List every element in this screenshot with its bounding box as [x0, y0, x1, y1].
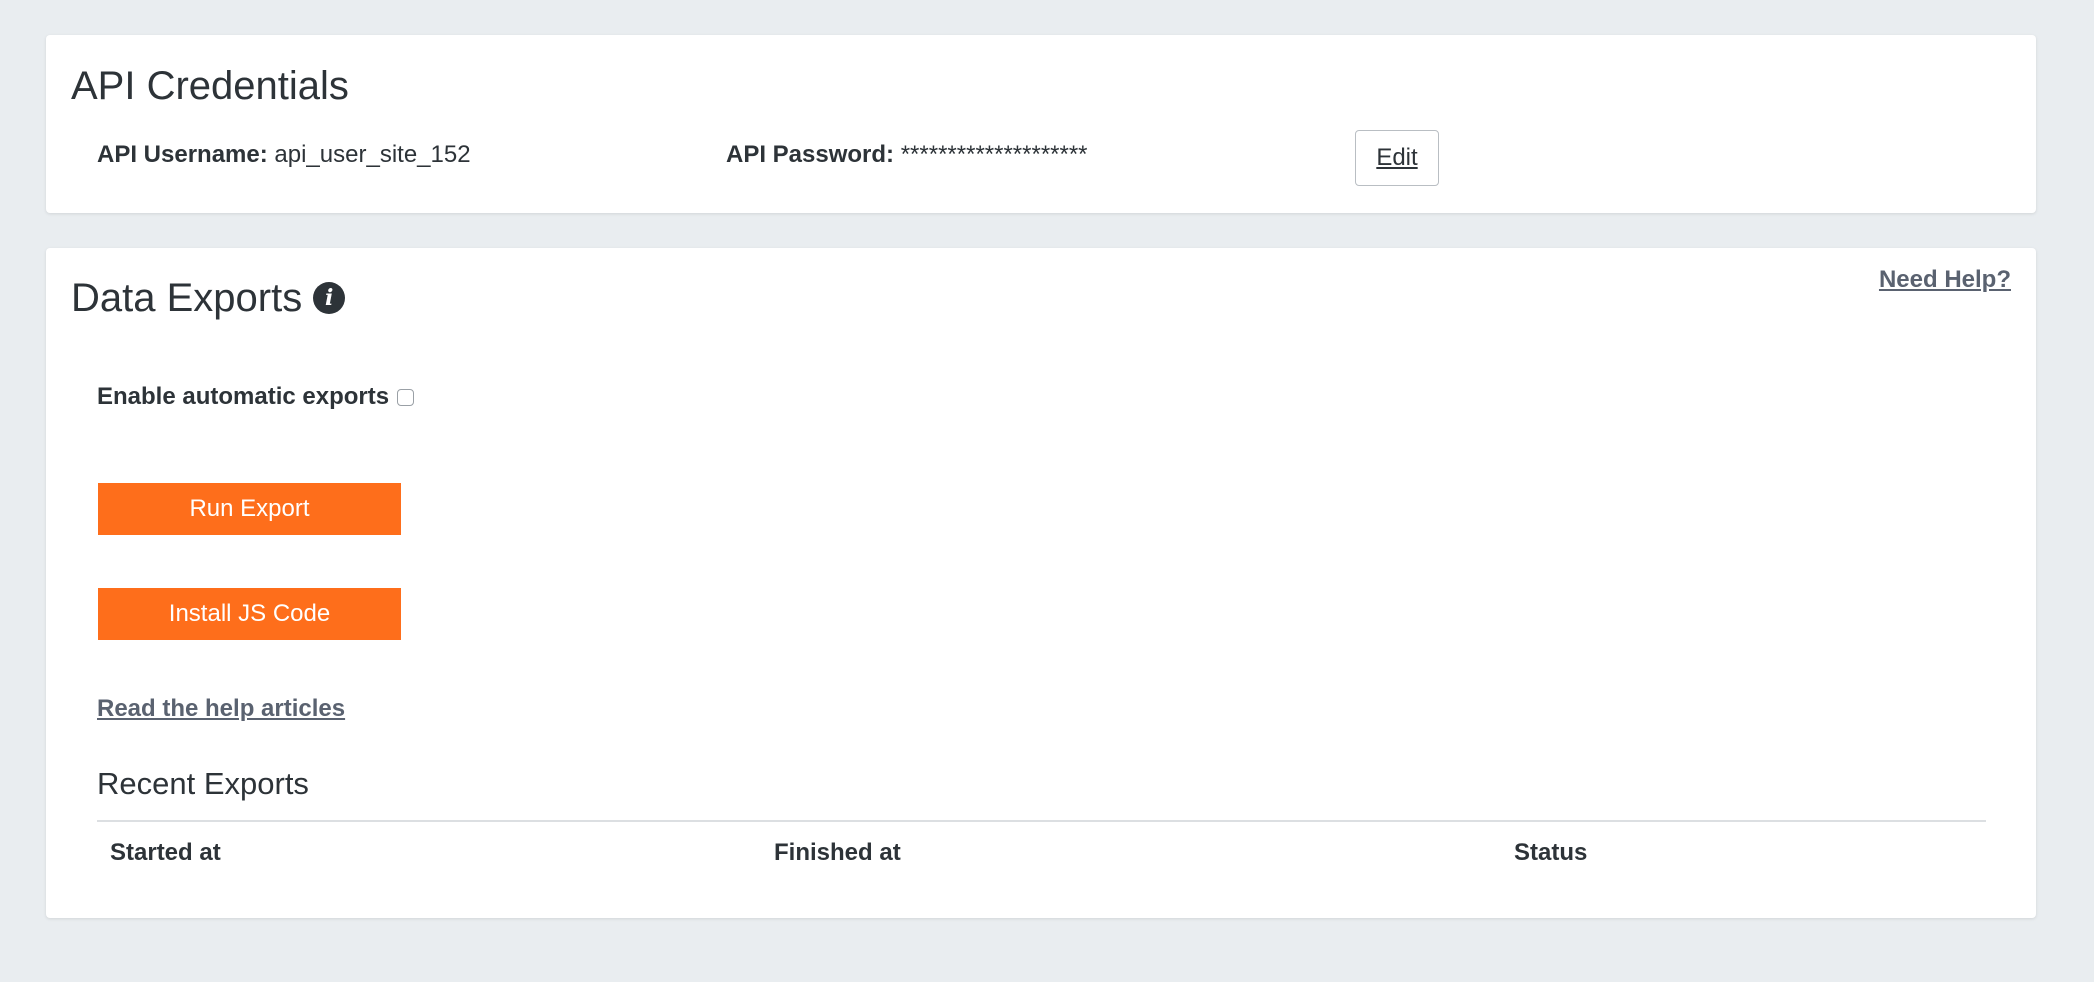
enable-auto-export-row[interactable]: Enable automatic exports: [97, 383, 415, 411]
column-header-finished-at: Finished at: [774, 839, 901, 866]
need-help-link[interactable]: Need Help?: [1879, 266, 2011, 294]
api-password-label: API Password:: [726, 141, 895, 168]
data-exports-heading: Data Exports i: [71, 276, 346, 320]
api-username-field: API Username: api_user_site_152: [97, 143, 471, 167]
edit-credentials-button[interactable]: Edit: [1355, 130, 1439, 186]
read-help-articles-link[interactable]: Read the help articles: [97, 695, 345, 723]
api-username-label: API Username:: [97, 141, 268, 168]
recent-exports-title: Recent Exports: [97, 766, 309, 801]
api-password-field: API Password: ********************: [726, 143, 1088, 167]
install-js-code-button[interactable]: Install JS Code: [98, 588, 401, 640]
enable-auto-export-checkbox[interactable]: [397, 388, 415, 406]
api-credentials-title: API Credentials: [71, 64, 349, 108]
run-export-button[interactable]: Run Export: [98, 483, 401, 535]
column-header-started-at: Started at: [110, 839, 221, 866]
data-exports-card: Data Exports i Need Help? Enable automat…: [46, 248, 2036, 918]
api-password-value: ********************: [900, 141, 1088, 168]
info-icon[interactable]: i: [313, 282, 346, 314]
data-exports-title: Data Exports: [71, 276, 303, 320]
recent-exports-divider: [97, 820, 1986, 822]
enable-auto-export-label: Enable automatic exports: [97, 383, 390, 410]
column-header-status: Status: [1514, 839, 1588, 866]
api-credentials-card: API Credentials API Username: api_user_s…: [46, 35, 2036, 213]
api-username-value: api_user_site_152: [274, 141, 471, 168]
